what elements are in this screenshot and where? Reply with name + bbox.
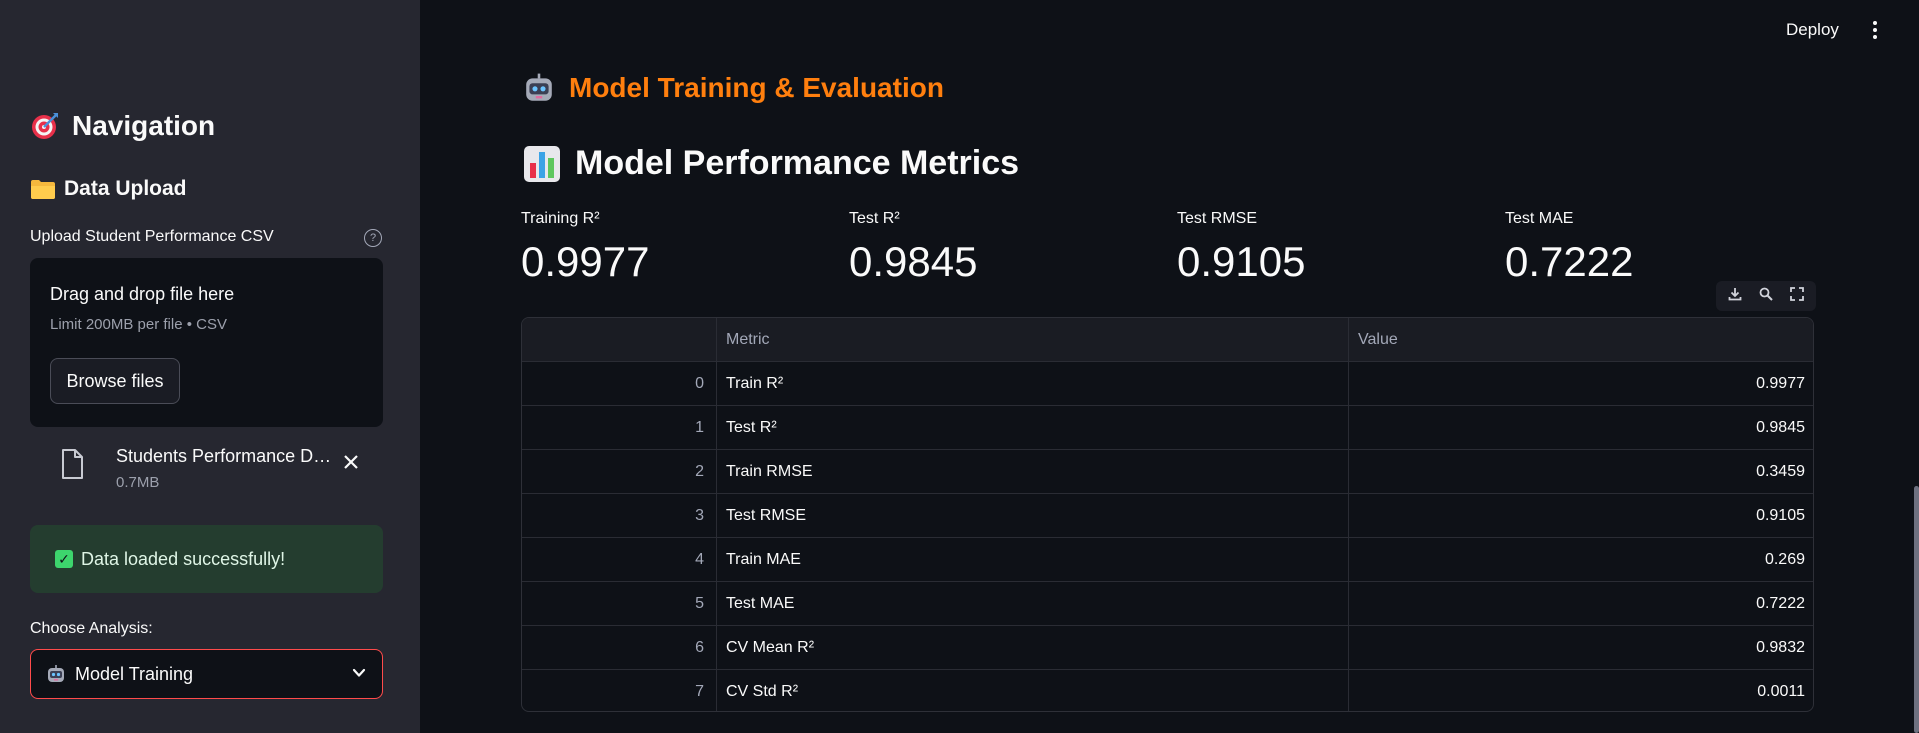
metric-training-r2: Training R² 0.9977 (521, 210, 649, 286)
dropzone-subtitle: Limit 200MB per file • CSV (50, 316, 227, 333)
dropzone-title: Drag and drop file here (50, 284, 235, 304)
table-row: 3 Test RMSE 0.9105 (522, 494, 1813, 538)
success-alert: ✓ Data loaded successfully! (30, 525, 383, 593)
metric-test-mae: Test MAE 0.7222 (1505, 210, 1633, 286)
uploaded-file: Students Performance Dataset.csv 0.7MB (30, 438, 383, 498)
metric-label: Test R² (849, 210, 900, 227)
value-cell[interactable]: 0.9845 (1349, 406, 1813, 449)
search-icon[interactable] (1759, 287, 1773, 306)
target-icon (30, 111, 60, 141)
table-header: Metric Value (522, 318, 1813, 362)
value-cell[interactable]: 0.9832 (1349, 626, 1813, 669)
metric-test-r2: Test R² 0.9845 (849, 210, 977, 286)
main-content: Deploy Model Training & Evaluation Model… (420, 0, 1919, 733)
metrics-heading: Model Performance Metrics (523, 144, 1019, 183)
row-index: 4 (522, 538, 717, 581)
file-name: Students Performance Dataset.csv (116, 446, 341, 466)
metric-cell[interactable]: CV Mean R² (717, 626, 1349, 669)
chevron-down-icon (350, 664, 368, 687)
metric-column-header[interactable]: Metric (717, 318, 1349, 361)
value-cell[interactable]: 0.9977 (1349, 362, 1813, 405)
file-size: 0.7MB (116, 474, 160, 491)
row-index: 3 (522, 494, 717, 537)
page-scrollbar[interactable] (1914, 486, 1919, 733)
value-cell[interactable]: 0.3459 (1349, 450, 1813, 493)
metric-test-rmse: Test RMSE 0.9105 (1177, 210, 1305, 286)
metric-value: 0.9845 (849, 238, 978, 285)
metric-cell[interactable]: CV Std R² (717, 670, 1349, 711)
deploy-button[interactable]: Deploy (1786, 20, 1839, 40)
metric-value: 0.7222 (1505, 238, 1634, 285)
metric-cell[interactable]: Train R² (717, 362, 1349, 405)
check-icon: ✓ (55, 550, 73, 568)
file-dropzone[interactable]: Drag and drop file here Limit 200MB per … (30, 258, 383, 427)
metric-label: Training R² (521, 210, 600, 227)
row-index: 1 (522, 406, 717, 449)
row-index: 0 (522, 362, 717, 405)
analysis-select[interactable]: Model Training (30, 649, 383, 699)
value-cell[interactable]: 0.0011 (1349, 670, 1813, 711)
selected-analysis: Model Training (75, 663, 194, 684)
table-row: 4 Train MAE 0.269 (522, 538, 1813, 582)
metrics-heading-text: Model Performance Metrics (575, 144, 1020, 182)
nav-title-text: Navigation (72, 110, 216, 141)
value-cell[interactable]: 0.269 (1349, 538, 1813, 581)
value-cell[interactable]: 0.9105 (1349, 494, 1813, 537)
table-row: 0 Train R² 0.9977 (522, 362, 1813, 406)
folder-icon (30, 178, 56, 200)
metric-cell[interactable]: Train RMSE (717, 450, 1349, 493)
page-title: Model Training & Evaluation (523, 72, 944, 104)
row-index: 5 (522, 582, 717, 625)
metric-cell[interactable]: Train MAE (717, 538, 1349, 581)
metric-value: 0.9105 (1177, 238, 1306, 285)
row-index: 7 (522, 670, 717, 711)
value-column-header[interactable]: Value (1349, 318, 1813, 361)
close-icon[interactable] (342, 452, 360, 476)
page-title-text: Model Training & Evaluation (569, 72, 944, 103)
robot-icon (46, 664, 66, 684)
fullscreen-icon[interactable] (1789, 286, 1804, 306)
kebab-menu-icon[interactable] (1870, 20, 1880, 45)
metric-cell[interactable]: Test RMSE (717, 494, 1349, 537)
download-icon[interactable] (1728, 287, 1742, 306)
table-row: 6 CV Mean R² 0.9832 (522, 626, 1813, 670)
sidebar: Navigation Data Upload Upload Student Pe… (0, 0, 420, 733)
success-text: Data loaded successfully! (81, 548, 286, 569)
row-index: 6 (522, 626, 717, 669)
data-upload-heading: Data Upload (30, 177, 187, 201)
robot-icon (523, 72, 555, 104)
bar-chart-icon (523, 145, 561, 183)
value-cell[interactable]: 0.7222 (1349, 582, 1813, 625)
metrics-table: Metric Value 0 Train R² 0.9977 1 Test R²… (521, 317, 1814, 712)
nav-title: Navigation (30, 110, 215, 142)
row-index: 2 (522, 450, 717, 493)
browse-files-button[interactable]: Browse files (50, 358, 180, 404)
table-row: 1 Test R² 0.9845 (522, 406, 1813, 450)
table-toolbar (1716, 281, 1816, 311)
table-row: 7 CV Std R² 0.0011 (522, 670, 1813, 711)
document-icon (60, 448, 84, 485)
table-row: 5 Test MAE 0.7222 (522, 582, 1813, 626)
data-upload-text: Data Upload (64, 177, 187, 200)
choose-analysis-label: Choose Analysis: (30, 620, 153, 637)
index-header (522, 318, 717, 361)
metric-value: 0.9977 (521, 238, 650, 285)
metric-cell[interactable]: Test R² (717, 406, 1349, 449)
table-row: 2 Train RMSE 0.3459 (522, 450, 1813, 494)
upload-label: Upload Student Performance CSV (30, 228, 274, 245)
metric-label: Test RMSE (1177, 210, 1258, 227)
metric-cell[interactable]: Test MAE (717, 582, 1349, 625)
metric-label: Test MAE (1505, 210, 1574, 227)
help-icon[interactable]: ? (364, 229, 382, 247)
